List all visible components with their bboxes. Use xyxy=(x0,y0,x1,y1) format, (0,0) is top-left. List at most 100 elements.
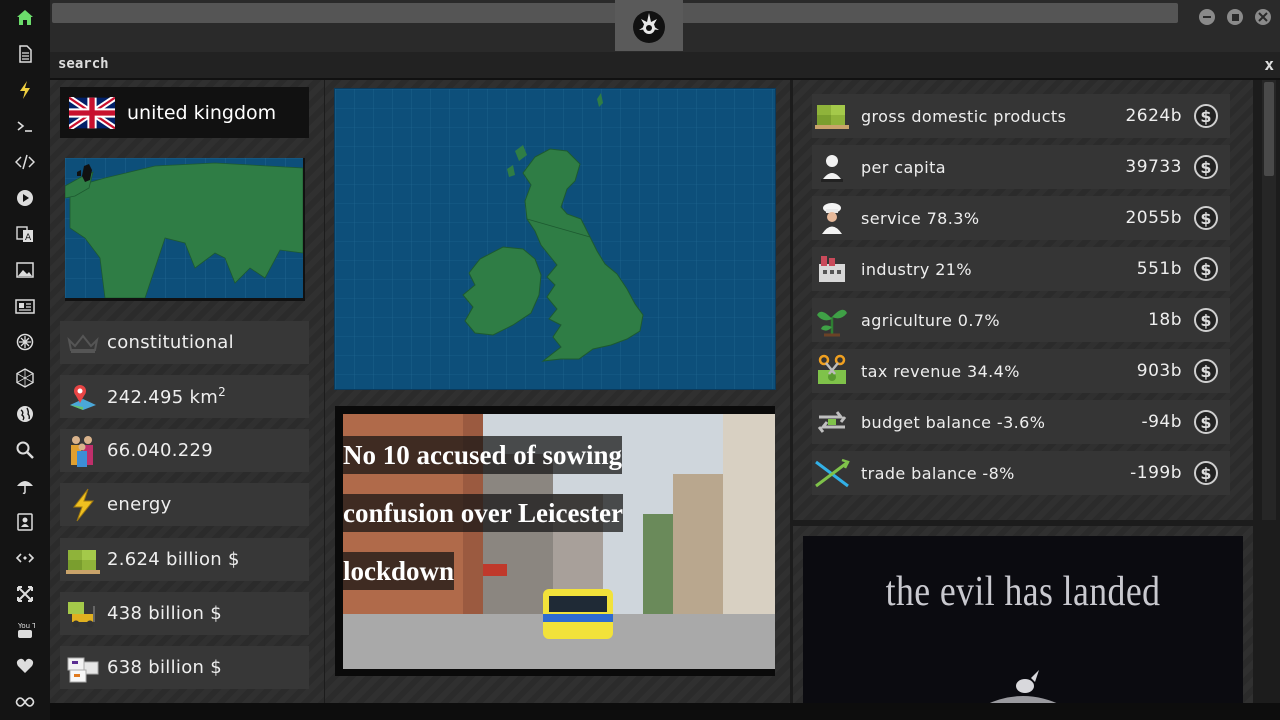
forklift-money-icon xyxy=(63,596,103,632)
currency-icon[interactable]: $ xyxy=(1194,410,1218,434)
close-window-button[interactable] xyxy=(1255,9,1271,25)
app-sidebar: A You Tube xyxy=(0,0,50,720)
money-pallet-icon xyxy=(812,97,852,135)
econ-value: -94b xyxy=(1141,412,1182,432)
econ-label: per capita xyxy=(861,157,946,177)
area-value: 242.495 km2 xyxy=(107,385,227,408)
econ-row-service: service 78.3% 2055b $ xyxy=(812,196,1230,240)
svg-text:You Tube: You Tube xyxy=(17,622,35,630)
econ-value: 903b xyxy=(1136,361,1182,381)
svg-text:A: A xyxy=(25,233,32,243)
link-icon[interactable] xyxy=(13,546,37,570)
news-headline[interactable]: No 10 accused of sowing confusion over L… xyxy=(343,426,673,600)
country-map[interactable] xyxy=(334,88,776,390)
chef-icon xyxy=(812,199,852,237)
trade-value: 638 billion $ xyxy=(107,657,223,678)
crown-icon xyxy=(63,325,103,361)
econ-label: service 78.3% xyxy=(861,208,980,228)
promo-text: the evil has landed xyxy=(885,569,1161,615)
economy-scrollbar[interactable] xyxy=(1262,80,1276,520)
maximize-button[interactable] xyxy=(1227,9,1243,25)
minimize-button[interactable] xyxy=(1199,9,1215,25)
bird-icon xyxy=(983,670,1063,706)
econ-row-budget: budget balance -3.6% -94b $ xyxy=(812,400,1230,444)
rebel-logo-icon xyxy=(633,11,665,43)
balance-arrows-icon xyxy=(812,403,852,441)
terminal-icon[interactable] xyxy=(13,114,37,138)
econ-value: 39733 xyxy=(1125,157,1182,177)
econ-row-per-capita: per capita 39733 $ xyxy=(812,145,1230,189)
econ-value: 2624b xyxy=(1125,106,1182,126)
stat-trade: 638 billion $ xyxy=(60,646,309,689)
contacts-icon[interactable] xyxy=(13,510,37,534)
document-icon[interactable] xyxy=(13,42,37,66)
search-label[interactable]: search xyxy=(58,56,109,72)
heart-icon[interactable] xyxy=(13,654,37,678)
econ-row-industry: industry 21% 551b $ xyxy=(812,247,1230,291)
stat-population: 66.040.229 xyxy=(60,429,309,472)
econ-label: gross domestic products xyxy=(861,106,1067,126)
econ-label: agriculture 0.7% xyxy=(861,310,1000,330)
currency-icon[interactable]: $ xyxy=(1194,308,1218,332)
title-bar xyxy=(50,0,1280,52)
currency-icon[interactable]: $ xyxy=(1194,206,1218,230)
search-close-button[interactable]: x xyxy=(1264,55,1274,74)
translate-icon[interactable]: A xyxy=(13,222,37,246)
lightning-icon[interactable] xyxy=(13,78,37,102)
search-bar[interactable]: search x xyxy=(50,52,1280,80)
person-icon xyxy=(812,148,852,186)
econ-label: industry 21% xyxy=(861,259,972,279)
econ-row-tax: tax revenue 34.4% 903b $ xyxy=(812,349,1230,393)
currency-icon[interactable]: $ xyxy=(1194,359,1218,383)
search-icon[interactable] xyxy=(13,438,37,462)
code-icon[interactable] xyxy=(13,150,37,174)
shipping-boxes-icon xyxy=(63,650,103,686)
hexagon-icon[interactable] xyxy=(13,366,37,390)
econ-value: -199b xyxy=(1130,463,1182,483)
status-bar xyxy=(50,703,1280,720)
econ-row-gdp: gross domestic products 2624b $ xyxy=(812,94,1230,138)
infinity-icon[interactable] xyxy=(13,690,37,714)
globe-icon[interactable] xyxy=(13,402,37,426)
scroll-thumb[interactable] xyxy=(1264,82,1274,176)
trade-cross-icon xyxy=(812,454,852,492)
gear-icon[interactable] xyxy=(13,330,37,354)
home-icon[interactable] xyxy=(13,6,37,30)
econ-row-agriculture: agriculture 0.7% 18b $ xyxy=(812,298,1230,342)
factory-icon xyxy=(812,250,852,288)
econ-label: trade balance -8% xyxy=(861,463,1015,483)
currency-icon[interactable]: $ xyxy=(1194,104,1218,128)
econ-label: tax revenue 34.4% xyxy=(861,361,1020,381)
app-logo-tab[interactable] xyxy=(615,0,683,51)
world-minimap[interactable] xyxy=(65,158,305,301)
plant-icon xyxy=(812,301,852,339)
newspaper-icon[interactable] xyxy=(13,294,37,318)
country-header: united kingdom xyxy=(60,87,309,138)
country-name: united kingdom xyxy=(127,101,277,124)
government-type: constitutional xyxy=(107,332,234,353)
money-pallet-icon xyxy=(63,542,103,578)
currency-icon[interactable]: $ xyxy=(1194,155,1218,179)
play-icon[interactable] xyxy=(13,186,37,210)
population-icon xyxy=(63,433,103,469)
currency-icon[interactable]: $ xyxy=(1194,257,1218,281)
debt-value: 438 billion $ xyxy=(107,603,223,624)
econ-value: 18b xyxy=(1148,310,1182,330)
econ-label: budget balance -3.6% xyxy=(861,412,1046,432)
news-card[interactable]: No 10 accused of sowing confusion over L… xyxy=(335,406,775,676)
tax-scissors-icon xyxy=(812,352,852,390)
shuffle-icon[interactable] xyxy=(13,582,37,606)
uk-flag-icon xyxy=(69,96,115,129)
stat-debt: 438 billion $ xyxy=(60,592,309,635)
youtube-icon[interactable]: You Tube xyxy=(13,618,37,642)
stat-gdp-total: 2.624 billion $ xyxy=(60,538,309,581)
stat-government: constitutional xyxy=(60,321,309,364)
image-icon[interactable] xyxy=(13,258,37,282)
promo-banner[interactable]: the evil has landed xyxy=(803,536,1243,706)
umbrella-icon[interactable] xyxy=(13,474,37,498)
stat-area: 242.495 km2 xyxy=(60,375,309,418)
currency-icon[interactable]: $ xyxy=(1194,461,1218,485)
stat-energy: energy xyxy=(60,483,309,526)
econ-value: 2055b xyxy=(1125,208,1182,228)
population-value: 66.040.229 xyxy=(107,440,214,461)
